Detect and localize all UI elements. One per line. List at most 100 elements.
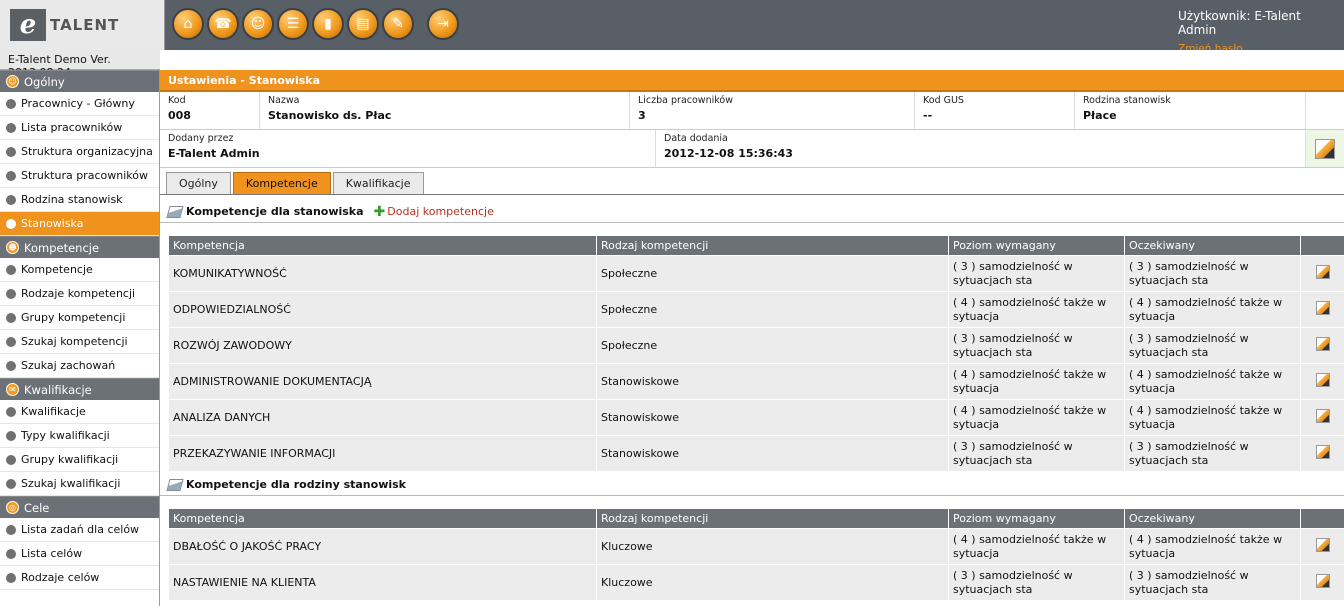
table-cell: Stanowiskowe	[596, 435, 949, 472]
list-button[interactable]: ☰	[277, 8, 309, 40]
chart-icon: ▮	[324, 16, 332, 32]
field-label: Nazwa	[268, 95, 300, 106]
edit-icon[interactable]	[1315, 573, 1330, 588]
chart-button[interactable]: ▮	[312, 8, 344, 40]
logout-button[interactable]: ⇥	[427, 8, 459, 40]
user-label: Użytkownik: E-Talent Admin	[1178, 9, 1301, 37]
sidebar-section-title: Ogólny	[24, 74, 65, 89]
edit-cell	[1300, 291, 1344, 328]
table-cell: ANALIZA DANYCH	[168, 399, 597, 436]
field-value: --	[923, 109, 933, 122]
sidebar-item[interactable]: Rodzaje celów	[0, 566, 159, 590]
sidebar-section-3[interactable]: ◎ Cele	[0, 496, 159, 518]
sidebar-item[interactable]: Szukaj zachowań	[0, 354, 159, 378]
sidebar-item-label: Pracownicy - Główny	[21, 97, 135, 110]
tab-ogólny[interactable]: Ogólny	[166, 172, 231, 194]
sidebar-item[interactable]: Stanowiska	[0, 212, 159, 236]
sidebar-item[interactable]: Lista pracowników	[0, 116, 159, 140]
tools-button[interactable]: ✎	[382, 8, 414, 40]
info-row-1: Kod 008 Nazwa Stanowisko ds. Płac Liczba pra…	[160, 92, 1344, 130]
sidebar-item[interactable]: Grupy kwalifikacji	[0, 448, 159, 472]
sidebar-item[interactable]: Grupy kompetencji	[0, 306, 159, 330]
sidebar-section-0[interactable]: ☺ Ogólny	[0, 70, 159, 92]
bullet-icon	[6, 122, 16, 133]
table-cell: KOMUNIKATYWNOŚĆ	[168, 255, 597, 292]
home-button[interactable]: ⌂	[172, 8, 204, 40]
edit-icon[interactable]	[1315, 537, 1330, 552]
column-header: Oczekiwany	[1124, 508, 1301, 529]
table-cell: ODPOWIEDZIALNOŚĆ	[168, 291, 597, 328]
info-row-2: Dodany przez E-Talent Admin Data dodania 20…	[160, 130, 1344, 168]
sidebar-item-label: Szukaj kwalifikacji	[21, 477, 121, 490]
user-panel: Użytkownik: E-Talent Admin Zmień hasło	[1178, 9, 1338, 55]
column-header: Poziom wymagany	[948, 508, 1125, 529]
edit-icon[interactable]	[1315, 372, 1330, 387]
home-icon: ⌂	[183, 16, 193, 32]
table-cell: DBAŁOŚĆ O JAKOŚĆ PRACY	[168, 528, 597, 565]
table-cell: Społeczne	[596, 327, 949, 364]
table-cell: ( 4 ) samodzielność także w sytuacja	[1124, 363, 1301, 400]
sidebar-item-label: Rodzaje celów	[21, 571, 100, 584]
field-label: Kod GUS	[923, 95, 964, 106]
edit-icon[interactable]	[1315, 264, 1330, 279]
bullet-icon	[6, 336, 16, 347]
sidebar-item-label: Rodzina stanowisk	[21, 193, 123, 206]
sidebar-item[interactable]: Struktura pracowników	[0, 164, 159, 188]
tab-kwalifikacje[interactable]: Kwalifikacje	[332, 172, 424, 194]
page-title: Ustawienia - Stanowiska	[160, 70, 1344, 92]
bullet-icon	[6, 548, 16, 559]
table-row: ANALIZA DANYCH Stanowiskowe( 4 ) samodzie…	[168, 399, 1344, 436]
table-cell: Społeczne	[596, 291, 949, 328]
edit-button[interactable]	[1306, 130, 1344, 167]
bullet-icon	[6, 454, 16, 465]
sidebar-item-label: Szukaj zachowań	[21, 359, 116, 372]
list-icon: ☰	[286, 16, 300, 32]
section-icon: ✉	[6, 383, 19, 396]
bullet-icon	[6, 572, 16, 583]
sidebar-item[interactable]: Szukaj kwalifikacji	[0, 472, 159, 496]
sidebar-section-2[interactable]: ✉ Kwalifikacje	[0, 378, 159, 400]
edit-cell	[1300, 363, 1344, 400]
competence-table: Kompetencja Rodzaj kompetencji Poziom wyma…	[168, 235, 1344, 472]
add-competence-button[interactable]: ✚ Dodaj kompetencje	[374, 204, 494, 220]
sidebar-item[interactable]: Kwalifikacje	[0, 400, 159, 424]
sidebar-item[interactable]: Rodzaje kompetencji	[0, 282, 159, 306]
sidebar-item[interactable]: Rodzina stanowisk	[0, 188, 159, 212]
sidebar-item-label: Kompetencje	[21, 263, 93, 276]
table-row: ROZWÓJ ZAWODOWY Społeczne( 3 ) samodzieln…	[168, 327, 1344, 364]
column-header: Oczekiwany	[1124, 235, 1301, 256]
bullet-icon	[6, 146, 16, 157]
field-value: E-Talent Admin	[168, 147, 260, 160]
tab-bar: Ogólny Kompetencje Kwalifikacje	[160, 172, 1344, 195]
top-spacer	[160, 50, 1344, 70]
section-icon: ☺	[6, 75, 19, 88]
column-header: Rodzaj kompetencji	[596, 235, 949, 256]
table-cell: PRZEKAZYWANIE INFORMACJI	[168, 435, 597, 472]
table-cell: Stanowiskowe	[596, 399, 949, 436]
edit-icon[interactable]	[1315, 300, 1330, 315]
edit-icon[interactable]	[1315, 444, 1330, 459]
tab-kompetencje[interactable]: Kompetencje	[232, 172, 331, 194]
sidebar-item[interactable]: Lista zadań dla celów	[0, 518, 159, 542]
sidebar-item[interactable]: Struktura organizacyjna	[0, 140, 159, 164]
book-icon	[166, 478, 184, 491]
people-icon: ☺	[250, 16, 266, 32]
column-header: Kompetencja	[168, 235, 597, 256]
book-button[interactable]: ▤	[347, 8, 379, 40]
main-content: Ustawienia - Stanowiska Kod 008 Nazwa Stano…	[160, 70, 1344, 606]
edit-icon[interactable]	[1315, 336, 1330, 351]
contacts-icon: ☎	[214, 16, 232, 32]
people-button[interactable]: ☺	[242, 8, 274, 40]
sidebar-item[interactable]: Kompetencje	[0, 258, 159, 282]
contacts-button[interactable]: ☎	[207, 8, 239, 40]
sidebar-item[interactable]: Lista celów	[0, 542, 159, 566]
table-cell: ( 4 ) samodzielność także w sytuacja	[1124, 291, 1301, 328]
edit-icon[interactable]	[1315, 408, 1330, 423]
table-cell: ( 3 ) samodzielność w sytuacjach sta	[1124, 435, 1301, 472]
sidebar-section-1[interactable]: ☻ Kompetencje	[0, 236, 159, 258]
table-cell: ADMINISTROWANIE DOKUMENTACJĄ	[168, 363, 597, 400]
bullet-icon	[6, 288, 16, 299]
sidebar-item[interactable]: Pracownicy - Główny	[0, 92, 159, 116]
sidebar-item[interactable]: Szukaj kompetencji	[0, 330, 159, 354]
sidebar-item[interactable]: Typy kwalifikacji	[0, 424, 159, 448]
